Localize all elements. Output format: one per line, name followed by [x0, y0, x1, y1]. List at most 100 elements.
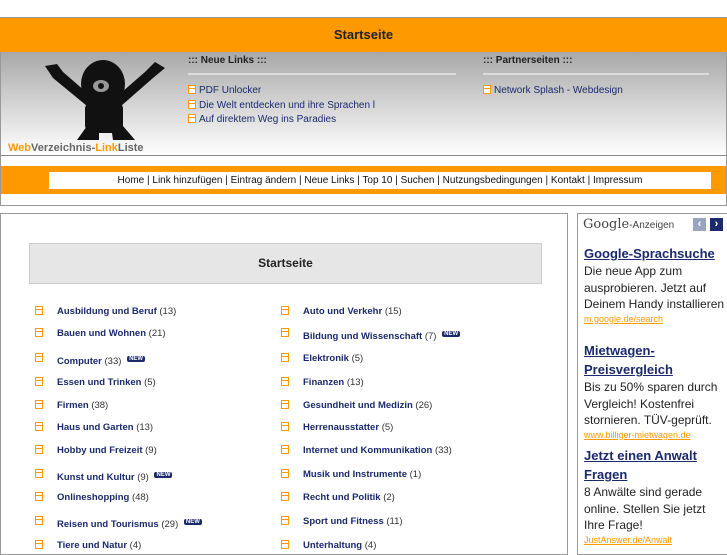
- neue-link[interactable]: Auf direktem Weg ins Paradies: [188, 114, 456, 129]
- ad-title[interactable]: Mietwagen-Preisvergleich: [584, 341, 726, 379]
- category-item[interactable]: Haus und Garten (13): [35, 422, 154, 433]
- nav-impressum[interactable]: Impressum: [593, 175, 642, 186]
- page-icon: [188, 99, 196, 109]
- category-name[interactable]: Sport und Fitness: [303, 516, 384, 527]
- nav-kontakt[interactable]: Kontakt: [551, 175, 585, 186]
- category-item[interactable]: Ausbildung und Beruf (13): [35, 306, 177, 317]
- category-count: (13): [159, 306, 177, 317]
- page-icon: [35, 377, 43, 386]
- category-item[interactable]: Recht und Politik (2): [281, 492, 395, 503]
- category-item[interactable]: Bauen und Wohnen (21): [35, 328, 166, 339]
- category-name[interactable]: Hobby und Freizeit: [57, 445, 143, 456]
- nav-nutzungsbedingungen[interactable]: Nutzungsbedingungen: [443, 175, 543, 186]
- category-name[interactable]: Internet und Kommunikation: [303, 445, 432, 456]
- page-icon: [281, 422, 289, 431]
- page-icon: [35, 328, 43, 337]
- category-name[interactable]: Gesundheit und Medizin: [303, 400, 413, 411]
- category-item[interactable]: Finanzen (13): [281, 377, 364, 388]
- category-name[interactable]: Reisen und Tourismus: [57, 519, 159, 530]
- category-name[interactable]: Elektronik: [303, 353, 349, 364]
- neue-link[interactable]: PDF Unlocker: [188, 85, 456, 100]
- category-item[interactable]: Firmen (38): [35, 400, 108, 411]
- category-item[interactable]: Elektronik (5): [281, 353, 363, 364]
- category-item[interactable]: Onlineshopping (48): [35, 492, 149, 503]
- category-item[interactable]: Sport und Fitness (11): [281, 516, 403, 527]
- page-title: Startseite: [333, 27, 394, 42]
- nav-bar: Home | Link hinzufügen | Eintrag ändern …: [0, 155, 727, 206]
- nav-top10[interactable]: Top 10: [362, 175, 392, 186]
- main-nav: Home | Link hinzufügen | Eintrag ändern …: [49, 172, 711, 189]
- category-name[interactable]: Finanzen: [303, 377, 344, 388]
- ad-url[interactable]: JustAnswer.de/Anwalt: [584, 534, 726, 546]
- category-item[interactable]: Hobby und Freizeit (9): [35, 445, 157, 456]
- category-count: (13): [136, 422, 154, 433]
- category-item[interactable]: Herrenausstatter (5): [281, 422, 393, 433]
- page-icon: [35, 516, 43, 525]
- page-icon: [281, 516, 289, 525]
- category-name[interactable]: Onlineshopping: [57, 492, 129, 503]
- category-name[interactable]: Essen und Trinken: [57, 377, 141, 388]
- category-count: (33): [104, 356, 122, 367]
- category-name[interactable]: Haus und Garten: [57, 422, 134, 433]
- category-item[interactable]: Auto und Verkehr (15): [281, 306, 402, 317]
- category-item[interactable]: Gesundheit und Medizin (26): [281, 400, 432, 411]
- category-name[interactable]: Bildung und Wissenschaft: [303, 331, 422, 342]
- category-name[interactable]: Computer: [57, 356, 102, 367]
- page-icon: [281, 492, 289, 501]
- category-name[interactable]: Musik und Instrumente: [303, 469, 407, 480]
- next-arrow-icon[interactable]: ›: [710, 218, 723, 231]
- category-name[interactable]: Recht und Politik: [303, 492, 381, 503]
- ads-label: Google-Anzeigen: [583, 217, 675, 232]
- nav-suchen[interactable]: Suchen: [401, 175, 435, 186]
- category-name[interactable]: Tiere und Natur: [57, 540, 127, 551]
- ad-url[interactable]: www.billiger-mietwagen.de: [584, 429, 726, 441]
- category-name[interactable]: Bauen und Wohnen: [57, 328, 146, 339]
- nav-eintrag-aendern[interactable]: Eintrag ändern: [231, 175, 297, 186]
- category-name[interactable]: Kunst und Kultur: [57, 472, 135, 483]
- ad-item: Google-Sprachsuche Die neue App zum auspr…: [584, 244, 726, 325]
- partner-section: ::: Partnerseiten ::: Network Splash - W…: [483, 55, 709, 100]
- page-icon: [35, 306, 43, 315]
- ad-text: 8 Anwälte sind gerade online. Stellen Si…: [584, 485, 706, 532]
- category-item[interactable]: Kunst und Kultur (9) NEW: [35, 469, 173, 483]
- category-count: (4): [129, 540, 142, 551]
- ad-text: Die neue App zum ausprobieren. Jetzt auf…: [584, 264, 725, 311]
- nav-link-hinzufuegen[interactable]: Link hinzufügen: [152, 175, 222, 186]
- category-name[interactable]: Herrenausstatter: [303, 422, 379, 433]
- category-item[interactable]: Computer (33) NEW: [35, 353, 146, 367]
- ad-url[interactable]: m.google.de/search: [584, 313, 726, 325]
- page-title-bar: Startseite: [0, 17, 727, 53]
- category-item[interactable]: Bildung und Wissenschaft (7) NEW: [281, 328, 461, 342]
- page-icon: [281, 353, 289, 362]
- category-name[interactable]: Auto und Verkehr: [303, 306, 382, 317]
- neue-links-heading: ::: Neue Links :::: [188, 55, 267, 66]
- ad-title[interactable]: Jetzt einen Anwalt Fragen: [584, 446, 726, 484]
- partner-link[interactable]: Network Splash - Webdesign: [483, 85, 709, 100]
- logo-text: WebVerzeichnis-LinkListe: [8, 142, 144, 154]
- category-count: (48): [131, 492, 149, 503]
- ad-title[interactable]: Google-Sprachsuche: [584, 244, 726, 263]
- category-item[interactable]: Essen und Trinken (5): [35, 377, 156, 388]
- category-item[interactable]: Unterhaltung (4): [281, 540, 376, 551]
- neue-link[interactable]: Die Welt entdecken und ihre Sprachen l: [188, 99, 456, 115]
- category-count: (33): [434, 445, 452, 456]
- page-icon: [281, 400, 289, 409]
- page-icon: [35, 400, 43, 409]
- nav-home[interactable]: Home: [118, 175, 145, 186]
- new-badge: NEW: [127, 356, 146, 362]
- category-count: (9): [137, 472, 149, 483]
- logo[interactable]: WebVerzeichnis-LinkListe: [6, 54, 181, 154]
- category-item[interactable]: Internet und Kommunikation (33): [281, 445, 452, 456]
- category-item[interactable]: Tiere und Natur (4): [35, 540, 142, 551]
- category-count: (5): [144, 377, 156, 388]
- category-name[interactable]: Ausbildung und Beruf: [57, 306, 157, 317]
- category-name[interactable]: Unterhaltung: [303, 540, 362, 551]
- category-item[interactable]: Reisen und Tourismus (29) NEW: [35, 516, 202, 530]
- category-name[interactable]: Firmen: [57, 400, 89, 411]
- category-count: (13): [346, 377, 364, 388]
- prev-arrow-icon[interactable]: ‹: [693, 218, 706, 231]
- category-item[interactable]: Musik und Instrumente (1): [281, 469, 421, 480]
- nav-neue-links[interactable]: Neue Links: [304, 175, 354, 186]
- page-icon: [281, 469, 289, 478]
- page-icon: [35, 469, 43, 478]
